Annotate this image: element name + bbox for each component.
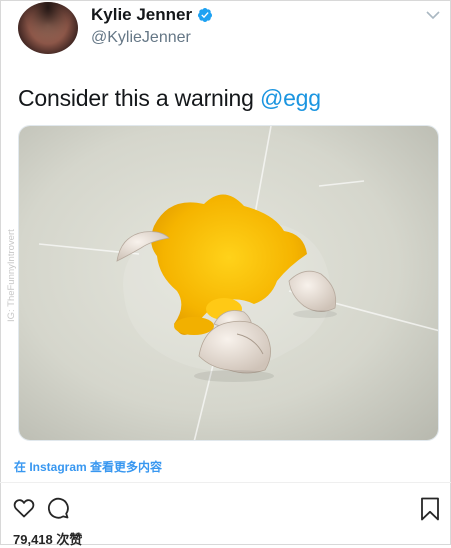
chevron-down-icon[interactable] xyxy=(425,9,441,21)
comment-icon[interactable] xyxy=(46,496,70,520)
likes-count[interactable]: 79,418 次赞 xyxy=(13,529,82,548)
watermark-text: IG: TheFunnyIntrovert xyxy=(6,229,17,322)
heart-icon[interactable] xyxy=(12,496,36,520)
view-more-on-instagram-link[interactable]: 在 Instagram 查看更多内容 xyxy=(14,458,162,475)
avatar[interactable] xyxy=(18,2,78,54)
tweet-text-body: Consider this a warning xyxy=(18,85,260,111)
divider xyxy=(0,482,451,483)
mention-link[interactable]: @egg xyxy=(260,85,321,111)
user-handle[interactable]: @KylieJenner xyxy=(91,29,191,47)
display-name[interactable]: Kylie Jenner xyxy=(91,5,192,25)
media-watermark: IG: TheFunnyIntrovert xyxy=(6,229,17,322)
tweet-author-row: Kylie Jenner xyxy=(91,5,213,25)
bookmark-icon[interactable] xyxy=(420,497,440,521)
tweet-text: Consider this a warning @egg xyxy=(18,85,321,112)
tweet-photo[interactable] xyxy=(18,125,439,441)
verified-badge-icon xyxy=(198,8,213,22)
